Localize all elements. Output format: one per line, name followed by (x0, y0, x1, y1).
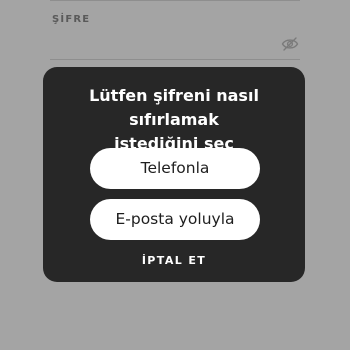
dialog-title: Lütfen şifreni nasıl sıfırlamak istediği… (43, 84, 305, 156)
reset-method-dialog: Lütfen şifreni nasıl sıfırlamak istediği… (43, 67, 305, 282)
cancel-button[interactable]: İPTAL ET (43, 254, 305, 267)
modal-overlay[interactable]: Lütfen şifreni nasıl sıfırlamak istediği… (0, 0, 350, 350)
by-email-button[interactable]: E-posta yoluyla (90, 199, 260, 240)
by-phone-button[interactable]: Telefonla (90, 148, 260, 189)
dialog-title-line-1: Lütfen şifreni nasıl sıfırlamak (89, 86, 259, 129)
